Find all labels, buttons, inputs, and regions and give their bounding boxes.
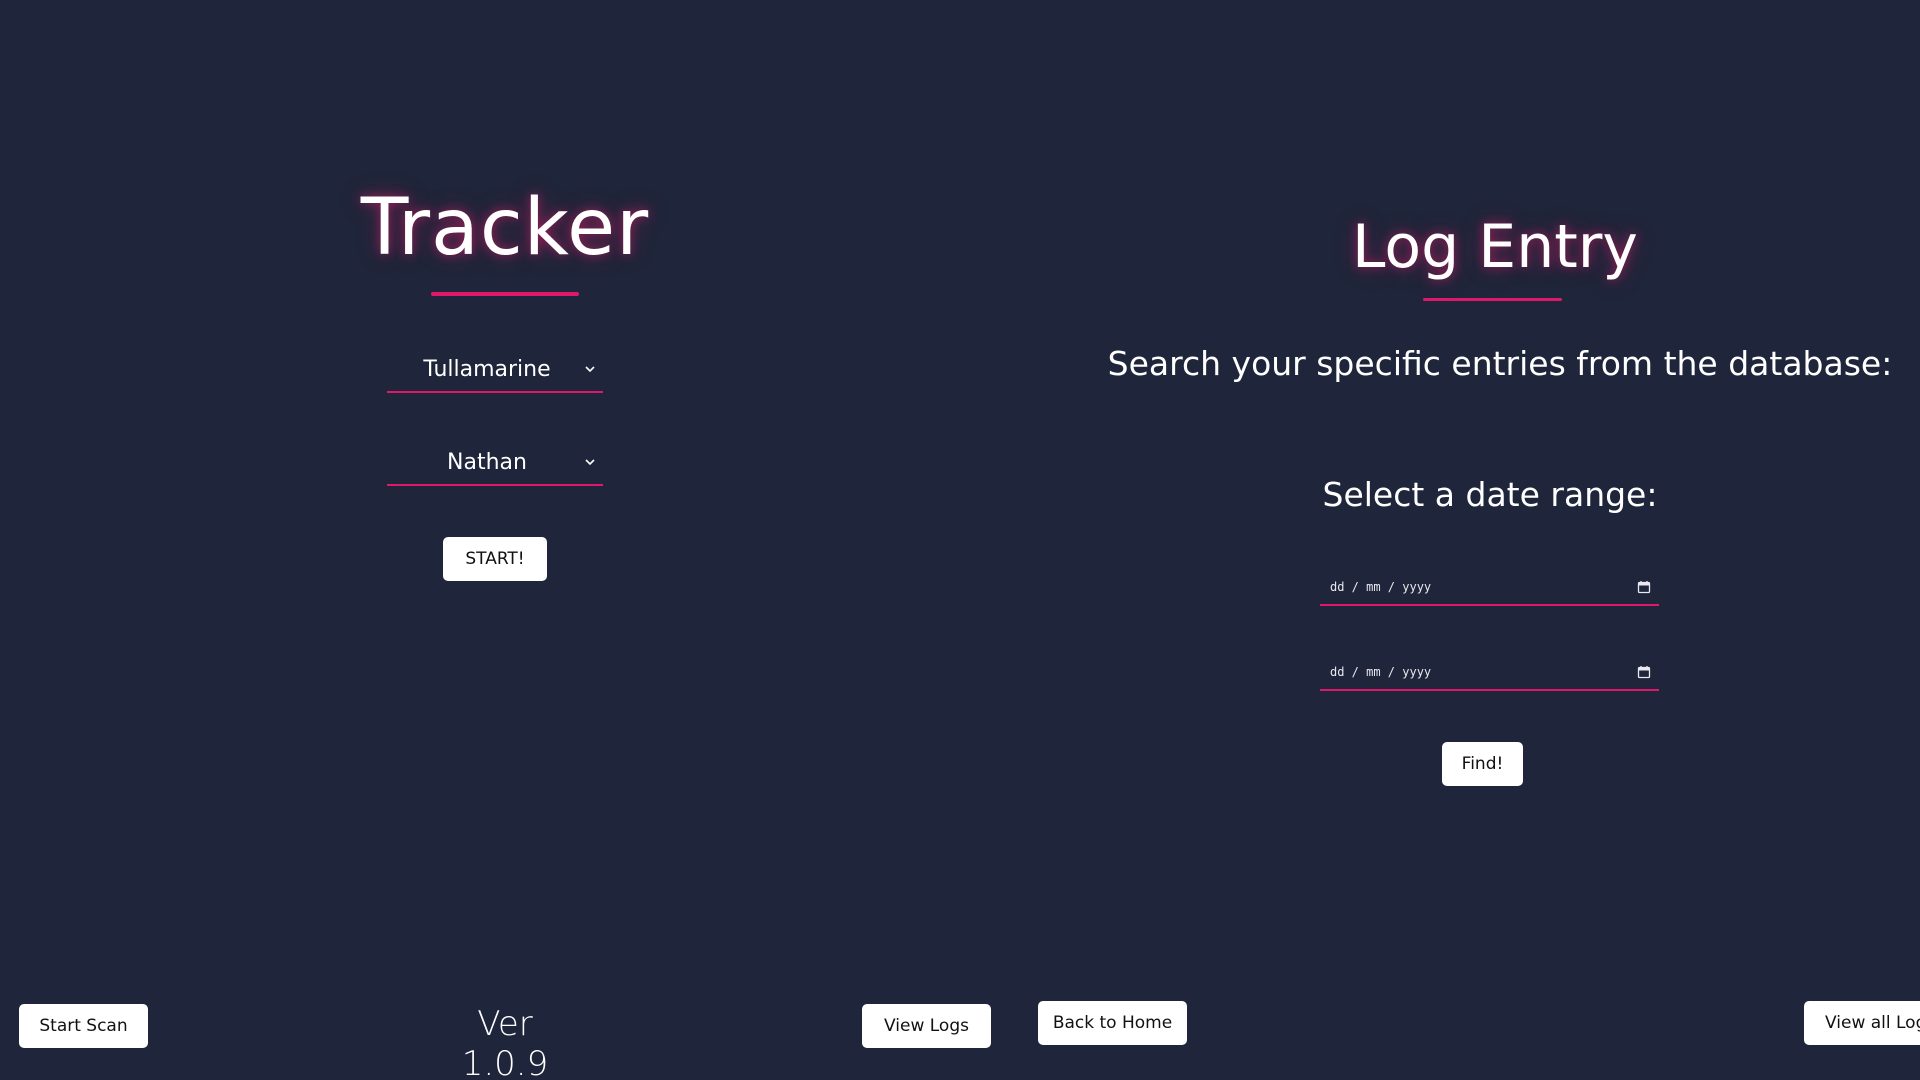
version-label: Ver 1.0.9 <box>461 1004 549 1080</box>
log-entry-title: Log Entry <box>1352 212 1638 282</box>
start-button[interactable]: START! <box>443 537 547 581</box>
person-select[interactable]: Nathan <box>387 440 603 486</box>
calendar-icon[interactable] <box>1629 580 1659 594</box>
tracker-title: Tracker <box>360 183 650 273</box>
date-range-label: Select a date range: <box>1322 475 1658 514</box>
start-scan-button[interactable]: Start Scan <box>19 1004 148 1048</box>
chevron-down-icon <box>577 362 603 376</box>
log-entry-panel: Log Entry Search your specific entries f… <box>1010 0 1920 1080</box>
tracker-title-underline <box>431 292 579 296</box>
location-select[interactable]: Tullamarine <box>387 347 603 393</box>
search-instructions: Search your specific entries from the da… <box>1107 344 1893 383</box>
location-select-value: Tullamarine <box>423 356 551 382</box>
start-date-placeholder: dd / mm / yyyy <box>1330 580 1432 594</box>
tracker-panel: Tracker Tullamarine Nathan START! Start … <box>0 0 1010 1080</box>
view-all-logs-button[interactable]: View all Logs <box>1804 1001 1920 1045</box>
calendar-icon[interactable] <box>1629 665 1659 679</box>
app-screen: Tracker Tullamarine Nathan START! Start … <box>0 0 1920 1080</box>
chevron-down-icon <box>577 455 603 469</box>
log-entry-title-underline <box>1423 298 1562 301</box>
end-date-placeholder: dd / mm / yyyy <box>1330 665 1432 679</box>
start-date-input[interactable]: dd / mm / yyyy <box>1320 570 1659 606</box>
back-to-home-button[interactable]: Back to Home <box>1038 1001 1187 1045</box>
find-button[interactable]: Find! <box>1442 742 1523 786</box>
view-logs-button[interactable]: View Logs <box>862 1004 991 1048</box>
person-select-value: Nathan <box>447 449 527 475</box>
end-date-input[interactable]: dd / mm / yyyy <box>1320 655 1659 691</box>
